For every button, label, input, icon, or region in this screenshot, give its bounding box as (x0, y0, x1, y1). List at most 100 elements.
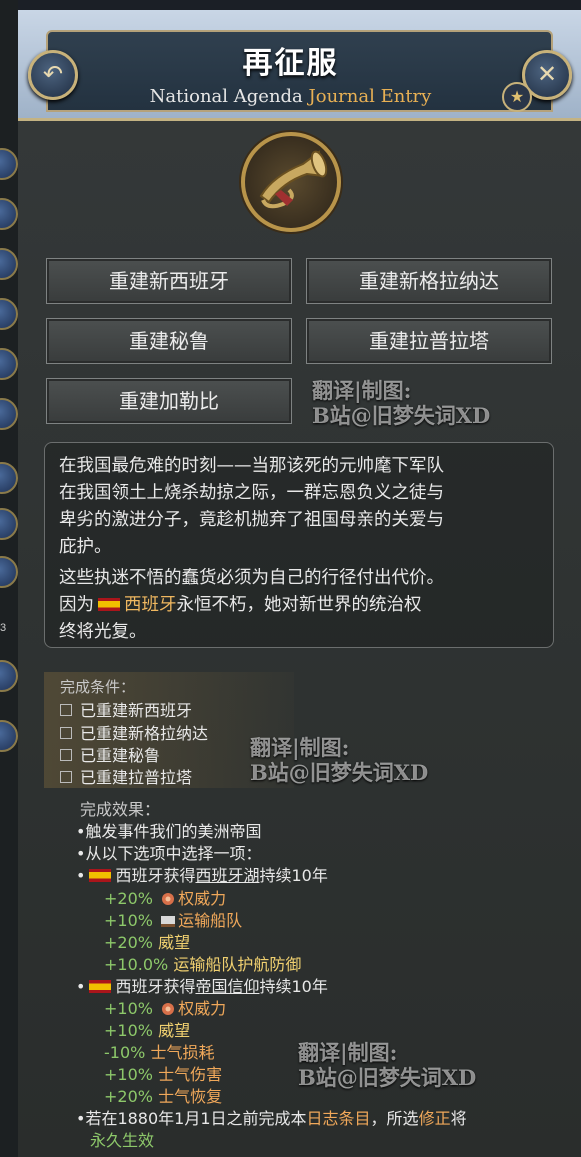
modifier-value: +10% (104, 1021, 153, 1040)
effect-text: •若在1880年1月1日之前完成本 (76, 1109, 307, 1128)
journal-link[interactable]: 日志条目 (307, 1109, 371, 1128)
event-link[interactable]: 我们的美洲帝国 (149, 822, 261, 841)
sidebar-bubble-icon[interactable] (0, 508, 18, 540)
modifier-name: 士气恢复 (158, 1087, 223, 1106)
modifier-value: +10% (104, 911, 153, 930)
rebuild-new-spain-button[interactable]: 重建新西班牙 (46, 258, 292, 304)
rebuild-caribbean-button[interactable]: 重建加勒比 (46, 378, 292, 424)
watermark-line2: B站@旧梦失词XD (250, 760, 429, 785)
sidebar-bubble-icon[interactable] (0, 348, 18, 380)
desc-line: 在我国领土上烧杀劫掠之际，一群忘恩负义之徒与 (59, 483, 444, 503)
sidebar-bubble-icon[interactable] (0, 148, 18, 180)
option-text: 西班牙获得 (115, 977, 196, 996)
modifier-link[interactable]: 修正 (419, 1109, 451, 1128)
modifier-line: +10% 士气伤害 (104, 1061, 222, 1085)
sidebar-bubble-icon[interactable] (0, 462, 18, 494)
description-box: 在我国最危难的时刻——当那该死的元帅麾下军队 在我国领土上烧杀劫掠之际，一群忘恩… (44, 442, 554, 648)
modifier-line: +20% 权威力 (104, 885, 226, 909)
back-button[interactable]: ↶ (28, 50, 78, 100)
desc-line: 永恒不朽，她对新世界的统治权 (176, 595, 422, 615)
spain-flag-icon (89, 980, 112, 993)
desc-line: 卑劣的激进分子，竟趁机抛弃了祖国母亲的关爱与 (59, 510, 444, 530)
modifier-line: +20% 威望 (104, 929, 190, 953)
watermark-line1: 翻译|制图: (312, 378, 412, 403)
convoy-icon (161, 916, 176, 927)
effect-line: •从以下选项中选择一项： (76, 844, 262, 863)
close-icon: ✕ (536, 60, 558, 88)
rebuild-la-plata-button[interactable]: 重建拉普拉塔 (306, 318, 552, 364)
modifier-value: +10% (104, 1065, 153, 1084)
modifier-name: 运输船队 (178, 911, 243, 930)
undo-arrow-icon: ↶ (42, 60, 64, 88)
condition-label: 已重建秘鲁 (80, 746, 161, 765)
modifier-value: +10.0% (104, 955, 169, 974)
modifier-line: +10.0% 运输船队护航防御 (104, 951, 301, 975)
country-link[interactable]: 西班牙 (124, 595, 177, 615)
final-effect-line2: 永久生效 (90, 1131, 155, 1150)
sidebar-bubble-icon[interactable] (0, 720, 18, 752)
modifier-name: 士气损耗 (150, 1043, 215, 1062)
checkbox-icon (60, 771, 72, 783)
spain-flag-icon (89, 869, 112, 882)
watermark: 翻译|制图: B站@旧梦失词XD (298, 1040, 476, 1090)
watermark-line1: 翻译|制图: (298, 1040, 398, 1065)
condition-label: 已重建新西班牙 (80, 701, 193, 720)
star-icon: ★ (509, 87, 525, 106)
sidebar-bubble-icon[interactable] (0, 556, 18, 588)
modifier-link[interactable]: 帝国信仰 (195, 977, 259, 996)
modifier-line: +10% 权威力 (104, 995, 226, 1019)
description-para2: 这些执迷不悟的蠢货必须为自己的行径付出代价。 因为 西班牙永恒不朽，她对新世界的统… (59, 565, 539, 646)
sidebar-bubble-icon[interactable] (0, 198, 18, 230)
bugle-icon (241, 132, 341, 232)
spain-flag-icon (98, 598, 120, 611)
modifier-value: +10% (104, 999, 153, 1018)
effect-text: 将 (450, 1109, 467, 1128)
modifier-name: 威望 (158, 1021, 191, 1040)
modifier-name: 权威力 (178, 999, 227, 1018)
modifier-link[interactable]: 西班牙湖 (195, 866, 259, 885)
sidebar-bubble-icon[interactable] (0, 298, 18, 330)
watermark: 翻译|制图: B站@旧梦失词XD (312, 378, 490, 428)
rebuild-peru-button[interactable]: 重建秘鲁 (46, 318, 292, 364)
modifier-line: -10% 士气损耗 (104, 1039, 214, 1063)
desc-line: 终将光复。 (59, 622, 147, 642)
modifier-value: +20% (104, 933, 153, 952)
modifier-value: -10% (104, 1043, 146, 1062)
option-text: 持续10年 (259, 866, 328, 885)
conditions-title: 完成条件： (60, 678, 136, 696)
journal-title: 再征服 (242, 46, 339, 81)
authority-icon (162, 893, 175, 905)
checkbox-icon (60, 704, 72, 716)
left-sidebar-strip: 3 (0, 0, 19, 1157)
pin-button[interactable]: ★ (502, 82, 532, 112)
modifier-name: 运输船队护航防御 (173, 955, 302, 974)
sidebar-bubble-icon[interactable] (0, 248, 18, 280)
subtitle-accent: Journal Entry (308, 86, 432, 107)
checkbox-icon (60, 749, 72, 761)
desc-line: 因为 (59, 595, 94, 615)
modifier-line: +20% 士气恢复 (104, 1083, 222, 1107)
sidebar-bubble-icon[interactable] (0, 398, 18, 430)
rebuild-new-granada-button[interactable]: 重建新格拉纳达 (306, 258, 552, 304)
condition-item: 已重建拉普拉塔 (60, 764, 192, 788)
checkbox-icon (60, 727, 72, 739)
watermark: 翻译|制图: B站@旧梦失词XD (250, 735, 428, 785)
effects-title: 完成效果： (80, 800, 161, 819)
condition-label: 已重建新格拉纳达 (80, 724, 209, 743)
final-effect-line: •若在1880年1月1日之前完成本日志条目，所选修正将 (76, 1105, 467, 1129)
modifier-name: 士气伤害 (158, 1065, 223, 1084)
condition-item: 已重建秘鲁 (60, 742, 160, 766)
description-para1: 在我国最危难的时刻——当那该死的元帅麾下军队 在我国领土上烧杀劫掠之际，一群忘恩… (59, 453, 539, 561)
option-1: • 西班牙获得西班牙湖持续10年 (76, 866, 328, 885)
effect-text: •触发事件 (76, 822, 150, 841)
modifier-name: 权威力 (178, 889, 227, 908)
subtitle-main: National Agenda (149, 86, 303, 107)
modifier-line: +10% 运输船队 (104, 907, 242, 931)
sidebar-bubble-icon[interactable] (0, 660, 18, 692)
condition-item: 已重建新西班牙 (60, 697, 192, 721)
watermark-line1: 翻译|制图: (250, 735, 350, 760)
modifier-line: +10% 威望 (104, 1017, 190, 1041)
effect-line: •触发事件我们的美洲帝国 (76, 818, 261, 842)
top-bar (18, 0, 581, 10)
option-text: 持续10年 (259, 977, 328, 996)
